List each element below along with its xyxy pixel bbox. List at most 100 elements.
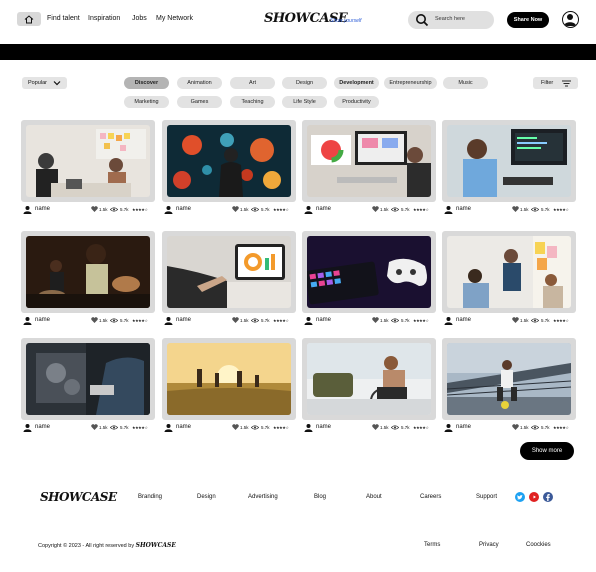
author-name[interactable]: name — [35, 206, 50, 212]
project-thumbnail[interactable] — [442, 120, 576, 202]
filter-button[interactable]: Filter — [533, 77, 578, 89]
rating-stars: ★★★★☆ — [273, 318, 289, 323]
heart-icon[interactable] — [512, 317, 519, 323]
author-name[interactable]: name — [35, 424, 50, 430]
footer-link-cookies[interactable]: Coockies — [526, 542, 551, 548]
view-count: 5.7k — [120, 425, 129, 430]
filter-icon — [562, 80, 571, 87]
project-thumbnail[interactable] — [21, 231, 155, 313]
search-bar[interactable]: Search here — [408, 11, 494, 29]
nav-find-talent[interactable]: Find talent — [47, 15, 80, 22]
heart-icon[interactable] — [372, 206, 379, 212]
project-thumbnail[interactable] — [21, 120, 155, 202]
project-image — [307, 125, 431, 197]
category-chip-design[interactable]: Design — [282, 77, 327, 89]
project-thumbnail[interactable] — [162, 338, 296, 420]
profile-avatar[interactable] — [562, 11, 579, 28]
category-chip-productivity[interactable]: Productivity — [334, 96, 379, 108]
category-chip-games[interactable]: Games — [177, 96, 222, 108]
eye-icon — [251, 207, 259, 212]
footer-link-blog[interactable]: Blog — [314, 494, 326, 500]
nav-inspiration[interactable]: Inspiration — [88, 15, 120, 22]
user-icon — [23, 317, 32, 325]
share-now-button[interactable]: Share Now — [507, 12, 549, 28]
category-chip-art[interactable]: Art — [230, 77, 275, 89]
sort-dropdown[interactable]: Popular — [22, 77, 67, 89]
view-count: 5.7k — [261, 207, 270, 212]
heart-icon[interactable] — [372, 424, 379, 430]
project-thumbnail[interactable] — [442, 338, 576, 420]
heart-icon[interactable] — [512, 206, 519, 212]
youtube-icon[interactable] — [529, 492, 539, 502]
category-chip-life-style[interactable]: Life Style — [282, 96, 327, 108]
project-image — [307, 236, 431, 308]
eye-icon — [531, 207, 539, 212]
author-name[interactable]: name — [316, 317, 331, 323]
footer-link-about[interactable]: About — [366, 494, 382, 500]
home-button[interactable] — [17, 12, 41, 26]
view-count: 5.7k — [401, 207, 410, 212]
rating-stars: ★★★★☆ — [413, 207, 429, 212]
author-name[interactable]: name — [316, 206, 331, 212]
category-chip-music[interactable]: Music — [443, 77, 488, 89]
project-thumbnail[interactable] — [162, 231, 296, 313]
author-name[interactable]: name — [176, 206, 191, 212]
nav-my-network[interactable]: My Network — [156, 15, 193, 22]
footer-link-branding[interactable]: Branding — [138, 494, 162, 500]
category-chip-discover[interactable]: Discover — [124, 77, 169, 89]
like-count: 1.5k — [240, 207, 249, 212]
author-name[interactable]: name — [456, 206, 471, 212]
heart-icon[interactable] — [232, 206, 239, 212]
category-chip-entrepreneurship[interactable]: Entrepreneurship — [384, 77, 437, 89]
heart-icon[interactable] — [372, 317, 379, 323]
nav-jobs[interactable]: Jobs — [132, 15, 147, 22]
footer-link-privacy[interactable]: Privacy — [479, 542, 499, 548]
like-count: 1.5k — [99, 425, 108, 430]
top-navbar: Find talent Inspiration Jobs My Network … — [0, 0, 596, 44]
author-name[interactable]: name — [176, 317, 191, 323]
category-chip-development[interactable]: Development — [334, 77, 379, 89]
footer-link-terms[interactable]: Terms — [424, 542, 440, 548]
view-count: 5.7k — [261, 318, 270, 323]
footer-link-careers[interactable]: Careers — [420, 494, 441, 500]
project-thumbnail[interactable] — [302, 120, 436, 202]
footer-link-advertising[interactable]: Advertising — [248, 494, 278, 500]
footer-logo[interactable]: SHOWCASE — [40, 490, 117, 504]
project-image — [447, 125, 571, 197]
project-thumbnail[interactable] — [302, 338, 436, 420]
heart-icon[interactable] — [91, 317, 98, 323]
author-name[interactable]: name — [176, 424, 191, 430]
show-more-button[interactable]: Show more — [520, 442, 574, 460]
project-meta: name 1.5k 5.7k ★★★★☆ — [442, 205, 576, 215]
category-chip-marketing[interactable]: Marketing — [124, 96, 169, 108]
author-name[interactable]: name — [456, 424, 471, 430]
view-count: 5.7k — [401, 425, 410, 430]
heart-icon[interactable] — [91, 424, 98, 430]
heart-icon[interactable] — [232, 424, 239, 430]
copyright-text: Copyright © 2023 - All right reserved by — [38, 543, 135, 549]
twitter-icon[interactable] — [515, 492, 525, 502]
copyright-notice: Copyright © 2023 - All right reserved by… — [38, 542, 176, 549]
project-thumbnail[interactable] — [442, 231, 576, 313]
author-name[interactable]: name — [456, 317, 471, 323]
heart-icon[interactable] — [232, 317, 239, 323]
heart-icon[interactable] — [91, 206, 98, 212]
user-icon — [564, 14, 576, 26]
author-name[interactable]: name — [316, 424, 331, 430]
footer-link-support[interactable]: Support — [476, 494, 497, 500]
heart-icon[interactable] — [512, 424, 519, 430]
project-thumbnail[interactable] — [162, 120, 296, 202]
footer-link-design[interactable]: Design — [197, 494, 216, 500]
eye-icon — [391, 425, 399, 430]
category-chip-animation[interactable]: Animation — [177, 77, 222, 89]
category-chip-teaching[interactable]: Teaching — [230, 96, 275, 108]
rating-stars: ★★★★☆ — [413, 425, 429, 430]
project-thumbnail[interactable] — [21, 338, 155, 420]
project-meta: name 1.5k 5.7k ★★★★☆ — [442, 316, 576, 326]
facebook-icon[interactable] — [543, 492, 553, 502]
project-image — [26, 236, 150, 308]
project-meta: name 1.5k 5.7k ★★★★☆ — [21, 423, 155, 433]
search-input[interactable]: Search here — [435, 16, 465, 22]
project-thumbnail[interactable] — [302, 231, 436, 313]
author-name[interactable]: name — [35, 317, 50, 323]
